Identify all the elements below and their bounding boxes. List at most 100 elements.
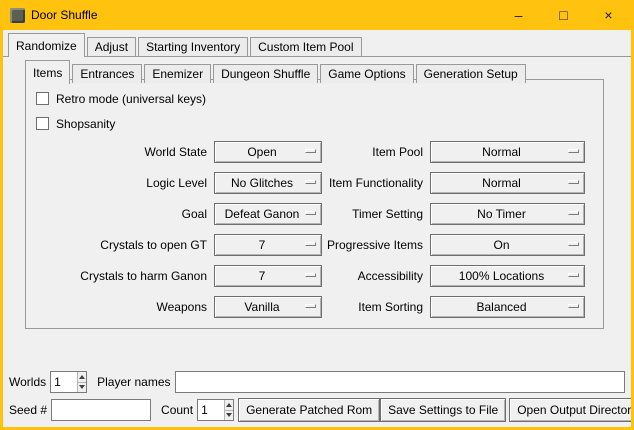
tab-game-options[interactable]: Game Options: [320, 64, 413, 83]
world-state-dropdown[interactable]: Open: [214, 141, 322, 163]
generate-patched-rom-button[interactable]: Generate Patched Rom: [238, 398, 380, 422]
dropdown-indicator-icon: [568, 304, 579, 308]
crystals-open-gt-label: Crystals to open GT: [26, 238, 214, 252]
item-sorting-value: Balanced: [476, 300, 526, 314]
dropdown-indicator-icon: [568, 149, 579, 153]
close-button[interactable]: ×: [586, 0, 631, 30]
crystals-open-gt-dropdown[interactable]: 7: [214, 234, 322, 256]
world-state-label: World State: [26, 145, 214, 159]
options-row: Crystals to open GT 7 Progressive Items …: [26, 229, 603, 260]
maximize-button[interactable]: □: [541, 0, 586, 30]
progressive-items-dropdown[interactable]: On: [430, 234, 585, 256]
item-functionality-label: Item Functionality: [322, 176, 430, 190]
item-sorting-label: Item Sorting: [322, 300, 430, 314]
tab-items[interactable]: Items: [25, 60, 70, 84]
item-functionality-dropdown[interactable]: Normal: [430, 172, 585, 194]
logic-level-dropdown[interactable]: No Glitches: [214, 172, 322, 194]
logic-level-value: No Glitches: [231, 176, 293, 190]
window-title: Door Shuffle: [31, 8, 98, 22]
spin-up-icon[interactable]: [225, 400, 233, 410]
spinner-buttons: [224, 400, 233, 420]
timer-setting-value: No Timer: [477, 207, 526, 221]
options-row: Weapons Vanilla Item Sorting Balanced: [26, 291, 603, 322]
progressive-items-label: Progressive Items: [322, 238, 430, 252]
shopsanity-checkbox[interactable]: [36, 117, 49, 130]
dropdown-indicator-icon: [305, 180, 316, 184]
worlds-input[interactable]: [51, 372, 77, 392]
app-icon: [10, 8, 25, 23]
weapons-dropdown[interactable]: Vanilla: [214, 296, 322, 318]
titlebar[interactable]: Door Shuffle – □ ×: [3, 0, 631, 30]
player-names-input[interactable]: [175, 371, 626, 393]
worlds-row: Worlds Player names: [9, 370, 625, 394]
dropdown-indicator-icon: [568, 180, 579, 184]
crystals-open-gt-value: 7: [259, 238, 266, 252]
item-pool-label: Item Pool: [322, 145, 430, 159]
dropdown-indicator-icon: [568, 211, 579, 215]
options-row: World State Open Item Pool Normal: [26, 136, 603, 167]
spinner-buttons: [77, 372, 86, 392]
timer-setting-dropdown[interactable]: No Timer: [430, 203, 585, 225]
inner-tab-bar: Items Entrances Enemizer Dungeon Shuffle…: [25, 61, 528, 83]
minimize-button[interactable]: –: [496, 0, 541, 30]
tab-starting-inventory[interactable]: Starting Inventory: [138, 37, 248, 56]
crystals-harm-ganon-value: 7: [259, 269, 266, 283]
world-state-value: Open: [247, 145, 276, 159]
item-pool-dropdown[interactable]: Normal: [430, 141, 585, 163]
window-body: Randomize Adjust Starting Inventory Cust…: [3, 30, 631, 427]
items-pane: Retro mode (universal keys) Shopsanity W…: [25, 79, 604, 329]
goal-dropdown[interactable]: Defeat Ganon: [214, 203, 322, 225]
spin-down-icon[interactable]: [225, 410, 233, 421]
retro-mode-label: Retro mode (universal keys): [56, 92, 206, 106]
count-label: Count: [161, 403, 193, 417]
spin-down-icon[interactable]: [78, 382, 86, 393]
spin-up-icon[interactable]: [78, 372, 86, 382]
shopsanity-label: Shopsanity: [56, 117, 115, 131]
dropdown-indicator-icon: [305, 149, 316, 153]
weapons-label: Weapons: [26, 300, 214, 314]
dropdown-indicator-icon: [305, 211, 316, 215]
count-input[interactable]: [198, 400, 224, 420]
tab-dungeon-shuffle[interactable]: Dungeon Shuffle: [213, 64, 318, 83]
accessibility-dropdown[interactable]: 100% Locations: [430, 265, 585, 287]
goal-label: Goal: [26, 207, 214, 221]
window-controls: – □ ×: [496, 0, 631, 30]
accessibility-value: 100% Locations: [459, 269, 544, 283]
dropdown-indicator-icon: [568, 273, 579, 277]
timer-setting-label: Timer Setting: [322, 207, 430, 221]
tab-generation-setup[interactable]: Generation Setup: [416, 64, 526, 83]
seed-label: Seed #: [9, 403, 47, 417]
seed-input[interactable]: [51, 399, 151, 421]
tab-custom-item-pool[interactable]: Custom Item Pool: [250, 37, 361, 56]
worlds-spinner[interactable]: [50, 371, 87, 393]
weapons-value: Vanilla: [244, 300, 279, 314]
dropdown-indicator-icon: [305, 242, 316, 246]
tab-entrances[interactable]: Entrances: [72, 64, 142, 83]
crystals-harm-ganon-label: Crystals to harm Ganon: [26, 269, 214, 283]
options-row: Goal Defeat Ganon Timer Setting No Timer: [26, 198, 603, 229]
retro-mode-checkbox[interactable]: [36, 92, 49, 105]
options-row: Crystals to harm Ganon 7 Accessibility 1…: [26, 260, 603, 291]
progressive-items-value: On: [493, 238, 509, 252]
item-functionality-value: Normal: [482, 176, 521, 190]
open-output-directory-button[interactable]: Open Output Directory: [509, 398, 631, 422]
tab-enemizer[interactable]: Enemizer: [144, 64, 211, 83]
outer-tab-bar: Randomize Adjust Starting Inventory Cust…: [8, 33, 364, 56]
item-sorting-dropdown[interactable]: Balanced: [430, 296, 585, 318]
dropdown-indicator-icon: [305, 273, 316, 277]
accessibility-label: Accessibility: [322, 269, 430, 283]
retro-mode-row: Retro mode (universal keys): [26, 86, 603, 111]
count-spinner[interactable]: [197, 399, 234, 421]
save-settings-button[interactable]: Save Settings to File: [380, 398, 506, 422]
tab-randomize[interactable]: Randomize: [8, 33, 85, 57]
seed-row: Seed # Count Generate Patched Rom Save S…: [9, 398, 625, 422]
door-shuffle-window: Door Shuffle – □ × Randomize Adjust Star…: [0, 0, 634, 430]
dropdown-indicator-icon: [305, 304, 316, 308]
dropdown-indicator-icon: [568, 242, 579, 246]
item-pool-value: Normal: [482, 145, 521, 159]
options-row: Logic Level No Glitches Item Functionali…: [26, 167, 603, 198]
shopsanity-row: Shopsanity: [26, 111, 603, 136]
tab-adjust[interactable]: Adjust: [87, 37, 136, 56]
crystals-harm-ganon-dropdown[interactable]: 7: [214, 265, 322, 287]
goal-value: Defeat Ganon: [225, 207, 300, 221]
